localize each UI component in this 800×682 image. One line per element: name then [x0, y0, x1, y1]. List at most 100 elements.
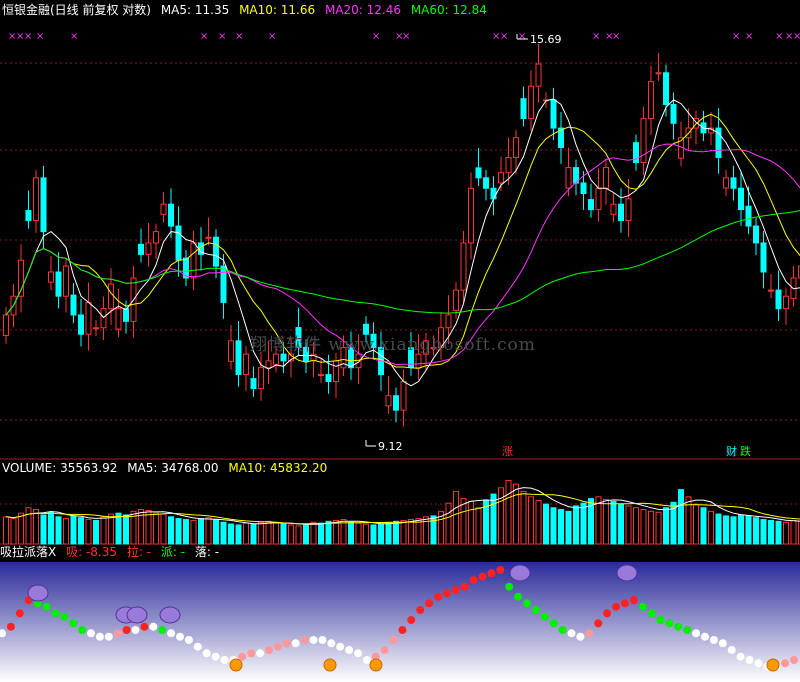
indicator-dot [629, 596, 638, 604]
indicator-dot [718, 639, 727, 648]
x-marker: × [745, 31, 753, 42]
volume-bar [190, 519, 197, 545]
volume-chart[interactable] [0, 460, 800, 545]
volume-bar [348, 521, 354, 545]
indicator-dot [451, 586, 460, 594]
indicator-dot [380, 646, 389, 654]
volume-bar [610, 500, 617, 545]
volume-bar [258, 521, 264, 545]
mark-zhang: 涨 [502, 445, 513, 458]
low-price-label: 9.12 [378, 440, 403, 453]
candle [655, 52, 662, 81]
indicator-dot [523, 599, 531, 608]
indicator-dot [683, 626, 692, 634]
volume-bar [603, 499, 609, 545]
volume-bar [393, 520, 399, 545]
indicator-dot [60, 612, 69, 621]
volume-bar [325, 520, 332, 545]
indicator-dot [256, 649, 265, 658]
candle [618, 188, 624, 233]
volume-bar [498, 487, 504, 545]
indicator-dot [558, 626, 567, 634]
indicator-dot [247, 649, 256, 658]
x-marker: × [268, 31, 276, 42]
candle [18, 244, 24, 313]
volume-bar [400, 519, 407, 545]
indicator-dot [790, 656, 798, 664]
candle [610, 192, 617, 223]
indicator-dot [265, 646, 273, 654]
candle [183, 250, 189, 287]
peach-icon [323, 658, 337, 672]
indicator-dot [87, 629, 95, 638]
x-marker: × [402, 31, 410, 42]
volume-bar [633, 507, 639, 545]
volume-bar [228, 523, 234, 545]
candle [783, 288, 789, 325]
volume-bar [70, 515, 77, 545]
volume-bar [33, 509, 39, 545]
indicator-dot [736, 652, 745, 661]
candle [768, 274, 774, 299]
candle [730, 165, 737, 201]
candle [738, 172, 744, 226]
indicator-dot [202, 649, 211, 658]
volume-bar [640, 509, 647, 545]
indicator-panel[interactable]: 吸拉派落X 吸: -8.35 拉: - 派: - 落: - [0, 545, 800, 682]
candle [93, 319, 99, 336]
volume-bar [760, 519, 767, 545]
volume-bar [145, 509, 152, 545]
volume-bar [543, 503, 549, 545]
candlestick-chart[interactable]: × × × × × × × × × × ×× × × × × ×× × × × × × 15.69 9.12 涨 财 跌 [0, 0, 800, 460]
volume-bar [55, 516, 62, 545]
indicator-dot [442, 589, 451, 598]
volume-bar [220, 521, 227, 545]
volume-bar [333, 519, 339, 545]
volume-bar [280, 523, 287, 545]
volume-bar [528, 496, 534, 545]
candle [78, 299, 84, 347]
mark-cai: 财 [726, 444, 737, 458]
indicator-dot [15, 609, 24, 618]
candle [565, 147, 572, 197]
indicator-dot [282, 639, 291, 648]
volume-bar [235, 524, 242, 545]
x-marker: × [36, 31, 44, 42]
volume-bar [370, 524, 377, 545]
candle [595, 168, 602, 222]
indicator-dot [113, 629, 122, 638]
price-panel[interactable]: 恒银金融(日线 前复权 对数) MA5: 11.35 MA10: 11.66 M… [0, 0, 800, 460]
candle [250, 366, 257, 397]
volume-bar [10, 518, 17, 545]
volume-bar [693, 503, 699, 545]
candle [100, 296, 107, 340]
volume-bar [550, 507, 557, 545]
indicator-dot [603, 609, 612, 618]
candle [228, 324, 234, 370]
indicator-dot [104, 632, 113, 641]
volume-panel[interactable]: VOLUME: 35563.92 MA5: 34768.00 MA10: 458… [0, 460, 800, 545]
candle [633, 134, 639, 171]
candle [333, 352, 339, 398]
volume-bar [558, 509, 564, 545]
volume-bar [123, 514, 129, 545]
candle [205, 217, 212, 246]
indicator-dot [594, 619, 603, 628]
indicator-chart[interactable] [0, 545, 800, 682]
indicator-dot [69, 619, 78, 628]
volume-bar [318, 522, 324, 545]
volume-bar [93, 519, 99, 545]
candle [385, 375, 392, 414]
indicator-dot [425, 599, 434, 608]
candle [663, 64, 669, 117]
indicator-dot [78, 626, 87, 634]
candle [108, 268, 114, 325]
indicator-dot [665, 619, 674, 628]
indicator-dot [647, 609, 656, 618]
indicator-dot [336, 642, 345, 651]
volume-bar [265, 520, 272, 545]
indicator-dot [149, 622, 158, 631]
indicator-dot [158, 626, 167, 634]
candle [588, 183, 594, 218]
indicator-dot [193, 642, 202, 651]
